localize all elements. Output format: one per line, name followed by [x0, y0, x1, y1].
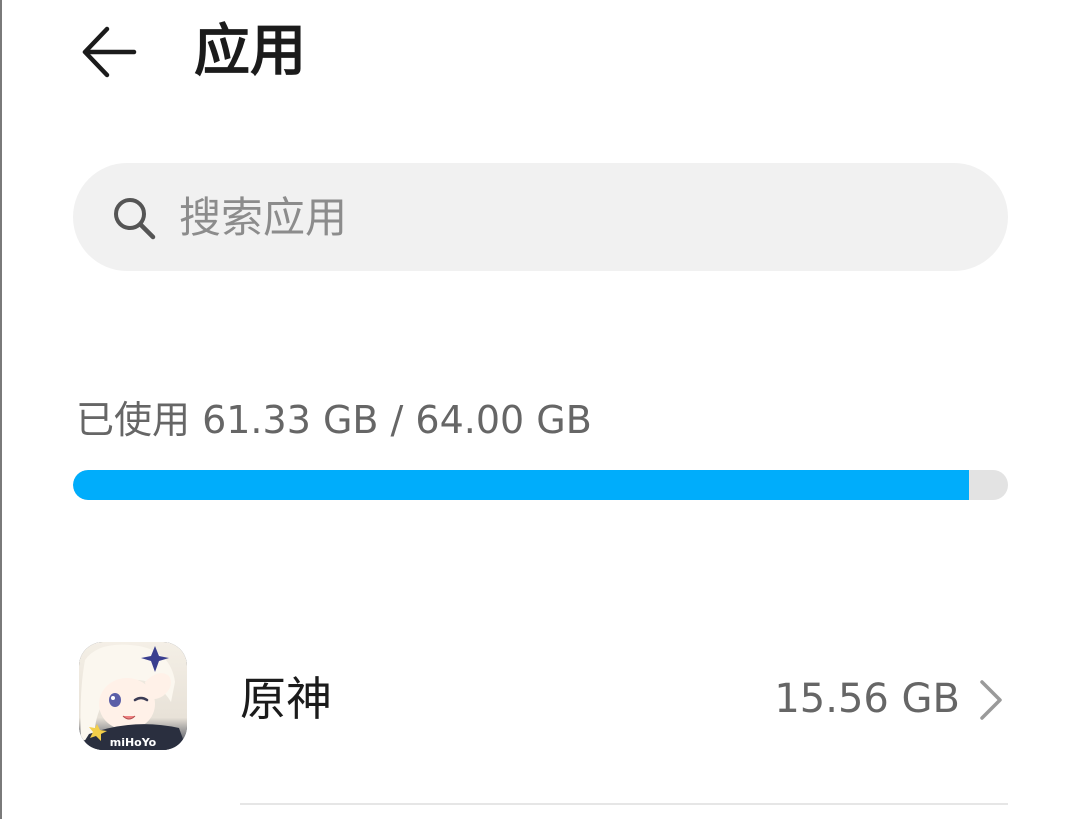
- list-divider: [240, 803, 1008, 805]
- genshin-app-icon: miHoYo: [79, 642, 187, 750]
- app-size: 15.56 GB: [774, 676, 960, 722]
- page-title: 应用: [194, 19, 306, 84]
- storage-progress-bar: [73, 470, 1008, 500]
- app-name: 原神: [240, 672, 332, 726]
- storage-progress-fill: [73, 470, 969, 500]
- back-button[interactable]: [70, 14, 146, 90]
- chevron-right-icon: [980, 680, 1002, 720]
- app-list-item[interactable]: miHoYo 原神 15.56 GB: [0, 620, 1080, 804]
- app-icon-brand-text: miHoYo: [110, 736, 157, 749]
- storage-usage-text: 已使用 61.33 GB / 64.00 GB: [76, 398, 592, 442]
- search-input[interactable]: [179, 187, 979, 247]
- arrow-left-icon: [82, 26, 137, 78]
- search-bar[interactable]: [73, 163, 1008, 271]
- search-icon: [114, 198, 156, 240]
